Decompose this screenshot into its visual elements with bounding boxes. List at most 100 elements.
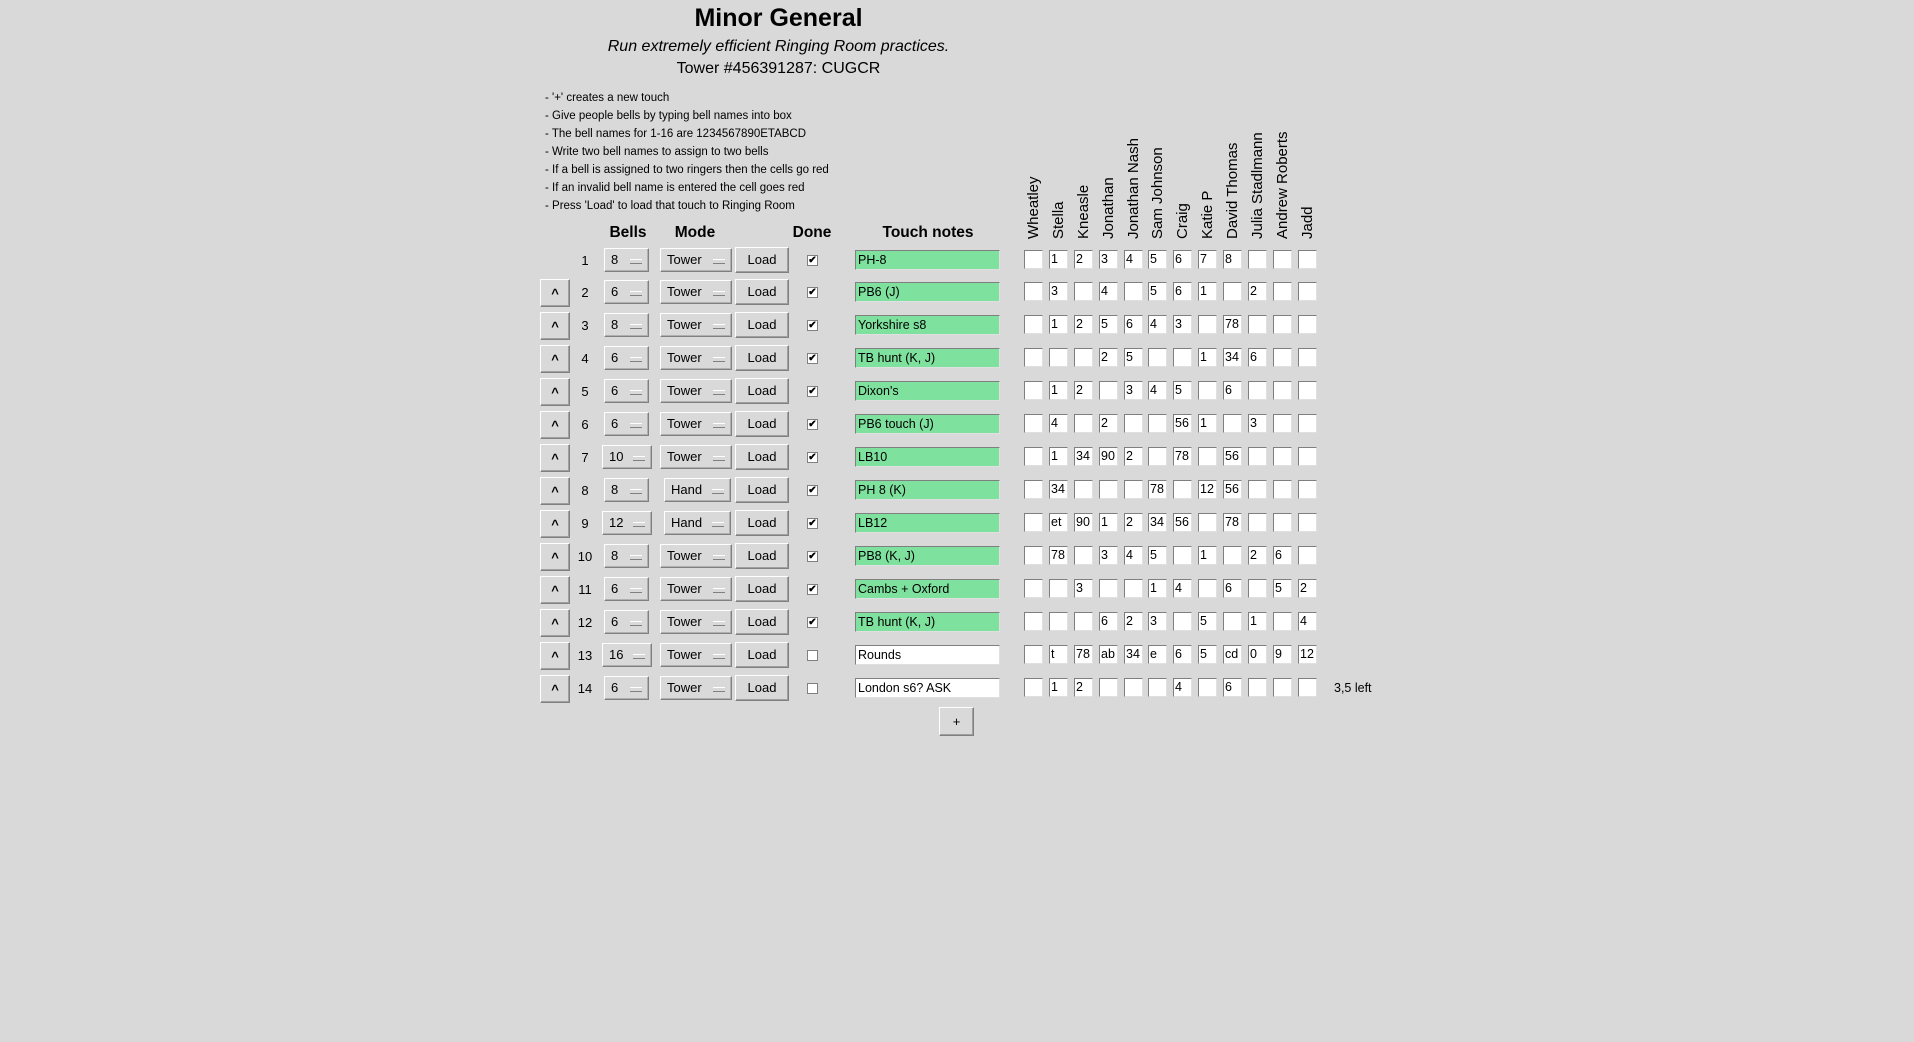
ringer-bell-input[interactable]: [1198, 447, 1217, 466]
ringer-bell-input[interactable]: 34: [1148, 513, 1167, 532]
ringer-bell-input[interactable]: 2: [1074, 315, 1093, 334]
load-button[interactable]: Load: [735, 279, 789, 305]
ringer-bell-input[interactable]: 2: [1298, 579, 1317, 598]
ringer-bell-input[interactable]: 3: [1248, 414, 1267, 433]
ringer-bell-input[interactable]: 2: [1248, 546, 1267, 565]
ringer-bell-input[interactable]: [1024, 678, 1043, 697]
load-button[interactable]: Load: [735, 312, 789, 338]
ringer-bell-input[interactable]: [1074, 414, 1093, 433]
ringer-bell-input[interactable]: [1248, 480, 1267, 499]
ringer-bell-input[interactable]: 1: [1148, 579, 1167, 598]
ringer-bell-input[interactable]: 2: [1099, 348, 1118, 367]
ringer-bell-input[interactable]: 6: [1173, 250, 1192, 269]
ringer-bell-input[interactable]: 4: [1173, 678, 1192, 697]
ringer-bell-input[interactable]: [1024, 612, 1043, 631]
ringer-bell-input[interactable]: [1298, 513, 1317, 532]
ringer-bell-input[interactable]: [1099, 381, 1118, 400]
ringer-bell-input[interactable]: 5: [1198, 645, 1217, 664]
touch-notes-input[interactable]: LB10: [855, 447, 1000, 467]
touch-notes-input[interactable]: Cambs + Oxford: [855, 579, 1000, 599]
done-checkbox[interactable]: [807, 683, 818, 694]
ringer-bell-input[interactable]: 56: [1223, 447, 1242, 466]
ringer-bell-input[interactable]: [1298, 546, 1317, 565]
ringer-bell-input[interactable]: [1173, 546, 1192, 565]
touch-notes-input[interactable]: London s6? ASK: [855, 678, 1000, 698]
mode-select[interactable]: Hand: [664, 478, 731, 502]
ringer-bell-input[interactable]: 2: [1074, 678, 1093, 697]
ringer-bell-input[interactable]: [1298, 414, 1317, 433]
ringer-bell-input[interactable]: [1148, 414, 1167, 433]
ringer-bell-input[interactable]: [1198, 381, 1217, 400]
ringer-bell-input[interactable]: 3: [1074, 579, 1093, 598]
ringer-bell-input[interactable]: 4: [1099, 282, 1118, 301]
ringer-bell-input[interactable]: [1198, 513, 1217, 532]
touch-notes-input[interactable]: TB hunt (K, J): [855, 348, 1000, 368]
ringer-bell-input[interactable]: 2: [1248, 282, 1267, 301]
ringer-bell-input[interactable]: [1049, 579, 1068, 598]
ringer-bell-input[interactable]: [1248, 678, 1267, 697]
ringer-bell-input[interactable]: [1223, 546, 1242, 565]
move-up-button[interactable]: ^: [540, 312, 570, 340]
ringer-bell-input[interactable]: [1099, 480, 1118, 499]
ringer-bell-input[interactable]: [1124, 414, 1143, 433]
ringer-bell-input[interactable]: [1074, 546, 1093, 565]
touch-notes-input[interactable]: Dixon's: [855, 381, 1000, 401]
mode-select[interactable]: Tower: [660, 643, 732, 667]
touch-notes-input[interactable]: PH-8: [855, 250, 1000, 270]
bells-select[interactable]: 12: [602, 511, 652, 535]
ringer-bell-input[interactable]: cd: [1223, 645, 1242, 664]
mode-select[interactable]: Tower: [660, 280, 732, 304]
mode-select[interactable]: Tower: [660, 445, 732, 469]
ringer-bell-input[interactable]: [1124, 579, 1143, 598]
ringer-bell-input[interactable]: 4: [1148, 381, 1167, 400]
ringer-bell-input[interactable]: [1148, 447, 1167, 466]
ringer-bell-input[interactable]: [1198, 315, 1217, 334]
bells-select[interactable]: 8: [604, 313, 649, 337]
ringer-bell-input[interactable]: 78: [1049, 546, 1068, 565]
ringer-bell-input[interactable]: [1024, 282, 1043, 301]
ringer-bell-input[interactable]: [1273, 282, 1292, 301]
ringer-bell-input[interactable]: [1024, 447, 1043, 466]
mode-select[interactable]: Tower: [660, 379, 732, 403]
load-button[interactable]: Load: [735, 411, 789, 437]
move-up-button[interactable]: ^: [540, 477, 570, 505]
bells-select[interactable]: 6: [604, 676, 649, 700]
ringer-bell-input[interactable]: 5: [1148, 546, 1167, 565]
ringer-bell-input[interactable]: [1173, 612, 1192, 631]
done-checkbox[interactable]: ✔: [807, 518, 818, 529]
touch-notes-input[interactable]: LB12: [855, 513, 1000, 533]
mode-select[interactable]: Tower: [660, 544, 732, 568]
ringer-bell-input[interactable]: 4: [1049, 414, 1068, 433]
done-checkbox[interactable]: ✔: [807, 386, 818, 397]
touch-notes-input[interactable]: Yorkshire s8: [855, 315, 1000, 335]
bells-select[interactable]: 6: [604, 577, 649, 601]
load-button[interactable]: Load: [735, 609, 789, 635]
ringer-bell-input[interactable]: 56: [1223, 480, 1242, 499]
ringer-bell-input[interactable]: 34: [1124, 645, 1143, 664]
ringer-bell-input[interactable]: [1074, 612, 1093, 631]
ringer-bell-input[interactable]: 1: [1049, 678, 1068, 697]
ringer-bell-input[interactable]: [1074, 348, 1093, 367]
ringer-bell-input[interactable]: 1: [1049, 447, 1068, 466]
ringer-bell-input[interactable]: 2: [1124, 447, 1143, 466]
ringer-bell-input[interactable]: 4: [1124, 546, 1143, 565]
ringer-bell-input[interactable]: [1173, 480, 1192, 499]
bells-select[interactable]: 8: [604, 478, 649, 502]
ringer-bell-input[interactable]: [1124, 282, 1143, 301]
ringer-bell-input[interactable]: [1273, 612, 1292, 631]
ringer-bell-input[interactable]: 90: [1099, 447, 1118, 466]
mode-select[interactable]: Hand: [664, 511, 731, 535]
ringer-bell-input[interactable]: [1248, 250, 1267, 269]
ringer-bell-input[interactable]: [1074, 480, 1093, 499]
ringer-bell-input[interactable]: [1298, 447, 1317, 466]
mode-select[interactable]: Tower: [660, 412, 732, 436]
ringer-bell-input[interactable]: [1223, 612, 1242, 631]
ringer-bell-input[interactable]: 6: [1099, 612, 1118, 631]
ringer-bell-input[interactable]: 2: [1074, 250, 1093, 269]
ringer-bell-input[interactable]: 78: [1223, 513, 1242, 532]
ringer-bell-input[interactable]: [1273, 414, 1292, 433]
ringer-bell-input[interactable]: 4: [1298, 612, 1317, 631]
ringer-bell-input[interactable]: 4: [1173, 579, 1192, 598]
ringer-bell-input[interactable]: 6: [1223, 678, 1242, 697]
bells-select[interactable]: 6: [604, 379, 649, 403]
